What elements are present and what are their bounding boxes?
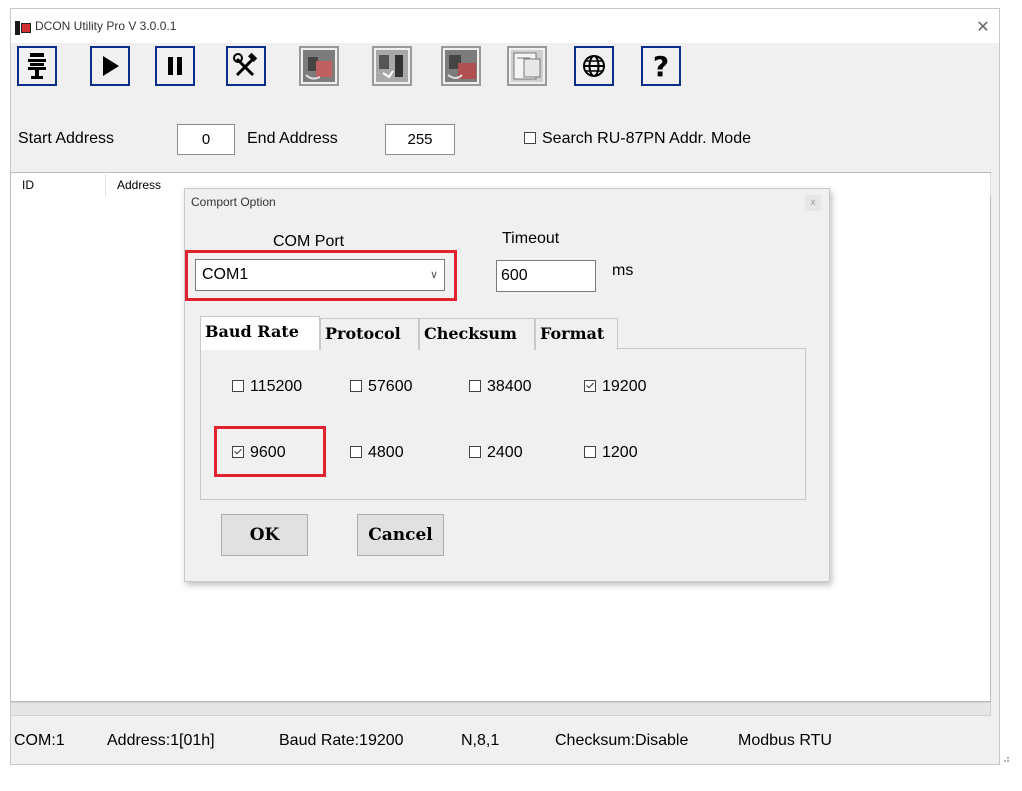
column-divider[interactable] [990, 174, 991, 196]
status-format: N,8,1 [461, 732, 500, 749]
com-port-label: COM Port [273, 233, 345, 250]
terminal-icon [511, 50, 543, 82]
tab-baud-rate[interactable]: Baud Rate [200, 316, 320, 350]
timeout-input[interactable]: 600 [496, 260, 596, 292]
checkbox-icon [469, 446, 481, 458]
checkbox-icon [524, 132, 536, 144]
baud-57600-checkbox[interactable]: 57600 [350, 378, 413, 396]
baud-4800-checkbox[interactable]: 4800 [350, 444, 404, 462]
checkbox-icon [350, 380, 362, 392]
close-icon[interactable]: ✕ [971, 15, 995, 39]
baud-label: 2400 [487, 444, 523, 461]
window-title: DCON Utility Pro V 3.0.0.1 [35, 19, 177, 33]
baud-38400-checkbox[interactable]: 38400 [469, 378, 532, 396]
checkbox-checked-icon [584, 380, 596, 392]
checkbox-icon [350, 446, 362, 458]
status-com: COM:1 [14, 732, 65, 749]
end-address-label: End Address [247, 130, 338, 147]
firmware-update-icon [376, 50, 408, 82]
tools-icon [233, 52, 258, 77]
pause-search-button[interactable] [155, 46, 195, 86]
module-config-icon [303, 50, 335, 82]
search-mode-label: Search RU-87PN Addr. Mode [542, 130, 751, 147]
status-baud-rate: Baud Rate:19200 [279, 732, 404, 749]
column-divider[interactable] [105, 174, 106, 196]
title-bar: DCON Utility Pro V 3.0.0.1 ✕ [11, 9, 999, 43]
io-module-button[interactable] [441, 46, 481, 86]
checkbox-icon [584, 446, 596, 458]
ok-button[interactable]: OK [221, 514, 308, 556]
status-checksum: Checksum:Disable [555, 732, 689, 749]
io-module-icon [445, 50, 477, 82]
baud-label: 19200 [602, 378, 647, 395]
baud-label: 115200 [250, 378, 303, 395]
status-address: Address:1[01h] [107, 732, 215, 749]
tab-protocol[interactable]: Protocol [320, 318, 419, 350]
svg-text:?: ? [653, 50, 669, 82]
resize-grip-icon[interactable] [1000, 753, 1010, 763]
baud-2400-checkbox[interactable]: 2400 [469, 444, 523, 462]
comport-option-icon [28, 53, 46, 79]
start-address-input[interactable]: 0 [177, 124, 235, 155]
help-icon: ? [653, 50, 669, 82]
tab-checksum[interactable]: Checksum [419, 318, 535, 350]
baud-115200-checkbox[interactable]: 115200 [232, 378, 302, 396]
search-mode-checkbox[interactable]: Search RU-87PN Addr. Mode [524, 130, 751, 148]
firmware-update-button[interactable] [372, 46, 412, 86]
baud-rate-panel [200, 348, 806, 500]
help-button[interactable]: ? [641, 46, 681, 86]
terminal-button[interactable] [507, 46, 547, 86]
timeout-label: Timeout [502, 230, 560, 247]
checkbox-icon [232, 380, 244, 392]
comport-option-button[interactable] [17, 46, 57, 86]
timeout-unit: ms [612, 262, 634, 279]
baud-label: 9600 [250, 444, 286, 461]
dialog-close-icon[interactable]: x [805, 195, 821, 211]
globe-icon [583, 55, 605, 77]
start-address-label: Start Address [18, 130, 115, 147]
baud-9600-checkbox[interactable]: 9600 [232, 444, 286, 462]
tools-button[interactable] [226, 46, 266, 86]
baud-label: 1200 [602, 444, 638, 461]
checkbox-icon [469, 380, 481, 392]
baud-19200-checkbox[interactable]: 19200 [584, 378, 647, 396]
chevron-down-icon: ∨ [429, 269, 438, 281]
horizontal-scrollbar[interactable] [10, 702, 991, 716]
checkbox-checked-icon [232, 446, 244, 458]
baud-label: 4800 [368, 444, 404, 461]
app-icon [15, 21, 31, 35]
dialog-title: Comport Option [191, 195, 276, 209]
cancel-button[interactable]: Cancel [357, 514, 444, 556]
baud-1200-checkbox[interactable]: 1200 [584, 444, 638, 462]
tab-format[interactable]: Format [535, 318, 618, 350]
start-search-button[interactable] [90, 46, 130, 86]
module-config-button[interactable] [299, 46, 339, 86]
play-icon [103, 56, 119, 76]
column-header-id[interactable]: ID [22, 178, 34, 192]
status-protocol: Modbus RTU [738, 732, 832, 749]
network-button[interactable] [574, 46, 614, 86]
com-port-select[interactable]: COM1 ∨ [195, 259, 445, 291]
column-header-address[interactable]: Address [117, 178, 161, 192]
com-port-value: COM1 [202, 266, 249, 283]
end-address-input[interactable]: 255 [385, 124, 455, 155]
pause-icon [168, 57, 182, 75]
baud-label: 57600 [368, 378, 413, 395]
baud-label: 38400 [487, 378, 532, 395]
